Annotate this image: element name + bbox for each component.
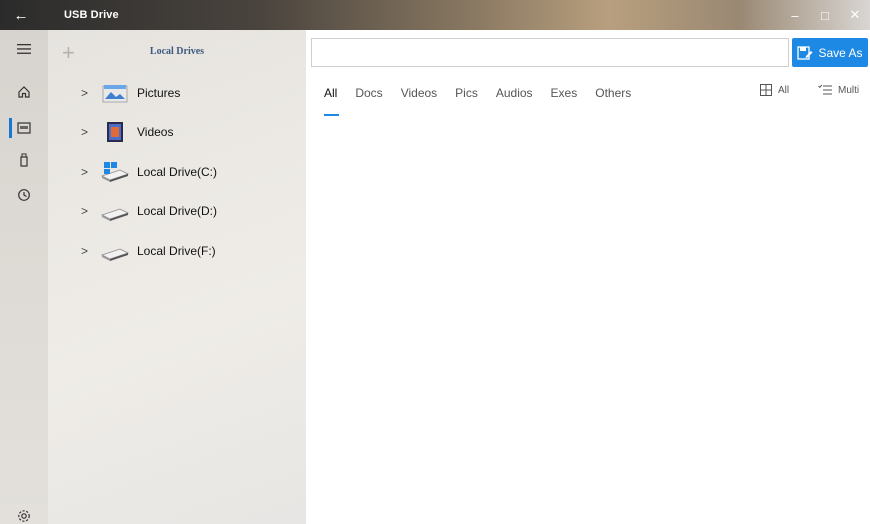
close-icon: ✕ [849, 7, 861, 22]
rail-home-button[interactable] [0, 78, 48, 106]
minimize-button[interactable]: – [780, 0, 810, 30]
left-rail [0, 30, 48, 524]
home-icon [18, 86, 30, 98]
back-arrow-icon: ← [13, 6, 29, 24]
chevron-right-icon[interactable]: > [81, 125, 88, 139]
rail-drives-button[interactable] [0, 114, 48, 142]
settings-icon [18, 510, 30, 522]
hamburger-menu-button[interactable] [0, 35, 48, 63]
tab-videos[interactable]: Videos [401, 86, 437, 108]
nav-header: + Local Drives [48, 30, 306, 74]
drive-icon [100, 248, 130, 261]
multi-select-label: Multi [838, 84, 860, 96]
window-controls: – □ ✕ [780, 0, 870, 30]
select-all-label: All [778, 84, 790, 96]
save-as-button[interactable]: Save As [792, 38, 868, 67]
maximize-button[interactable]: □ [810, 0, 840, 30]
chevron-right-icon[interactable]: > [81, 86, 88, 100]
close-button[interactable]: ✕ [840, 0, 870, 30]
tree-item-videos[interactable]: > Videos [48, 118, 306, 146]
tree-item-drive-c[interactable]: > Local Drive(C:) [48, 158, 306, 186]
main-panel: Save As All Docs Videos Pics Audios Exes… [306, 30, 870, 524]
tab-docs[interactable]: Docs [355, 86, 382, 108]
save-icon [797, 45, 813, 60]
multi-select-toggle[interactable]: Multi [818, 84, 859, 96]
tree-item-drive-f[interactable]: > Local Drive(F:) [48, 237, 306, 265]
tab-pics[interactable]: Pics [455, 86, 478, 108]
window-title: USB Drive [64, 9, 119, 21]
videos-folder-icon [107, 122, 123, 142]
tree-item-pictures[interactable]: > Pictures [48, 79, 306, 107]
chevron-right-icon[interactable]: > [81, 204, 88, 218]
back-button[interactable]: ← [0, 0, 42, 30]
tree-item-label: Local Drive(D:) [137, 204, 218, 218]
windows-drive-icon [100, 162, 130, 182]
save-as-label: Save As [818, 45, 863, 60]
tree-item-label: Pictures [137, 86, 181, 100]
minimize-icon: – [791, 7, 799, 23]
maximize-icon: □ [821, 7, 829, 23]
tree-item-label: Local Drive(C:) [137, 165, 218, 179]
tree-item-label: Local Drive(F:) [137, 244, 216, 258]
drive-icon [100, 208, 130, 221]
title-bar: ← USB Drive – □ ✕ [0, 0, 870, 30]
tab-others[interactable]: Others [595, 86, 631, 108]
tab-audios[interactable]: Audios [496, 86, 533, 108]
pictures-folder-icon [102, 85, 128, 103]
tab-exes[interactable]: Exes [551, 86, 578, 108]
menu-icon [17, 44, 31, 54]
navigation-pane: + Local Drives > Pictures > Videos > Loc… [48, 30, 306, 524]
tree-item-label: Videos [137, 125, 174, 139]
history-icon [18, 189, 30, 201]
path-input[interactable] [311, 38, 789, 67]
drive-icon [17, 122, 31, 134]
select-all-toggle[interactable]: All [760, 84, 789, 96]
grid-icon [760, 84, 772, 96]
tree-item-drive-d[interactable]: > Local Drive(D:) [48, 197, 306, 225]
filter-tabs: All Docs Videos Pics Audios Exes Others [324, 86, 649, 116]
multi-select-icon [818, 84, 832, 95]
rail-settings-button[interactable] [0, 502, 48, 524]
usb-icon [20, 153, 28, 167]
tab-all[interactable]: All [324, 86, 340, 116]
chevron-right-icon[interactable]: > [81, 244, 88, 258]
nav-title: Local Drives [149, 46, 205, 57]
chevron-right-icon[interactable]: > [81, 165, 88, 179]
rail-history-button[interactable] [0, 181, 48, 209]
rail-usb-button[interactable] [0, 146, 48, 174]
